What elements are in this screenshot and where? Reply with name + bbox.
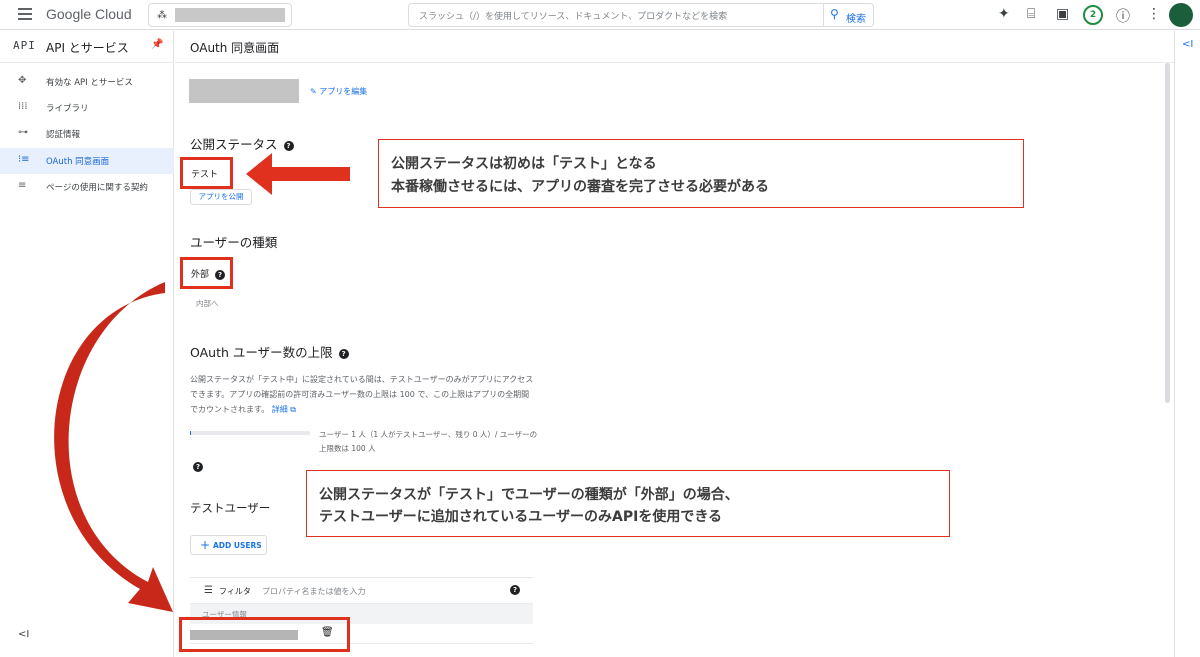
callout-test-users: 公開ステータスが「テスト」でユーザーの種類が「外部」の場合、 テストユーザーに追… <box>306 470 950 537</box>
highlight-test-user-row <box>179 617 350 652</box>
callout-line: 公開ステータスは初めは「テスト」となる <box>391 156 657 172</box>
highlight-user-type <box>180 257 233 289</box>
callout-line: テストユーザーに追加されているユーザーのみAPIを使用できる <box>319 509 723 525</box>
annotation-arrows <box>54 153 350 612</box>
curved-arrow-to-test-users <box>54 282 173 612</box>
callout-publish-status: 公開ステータスは初めは「テスト」となる 本番稼働させるには、アプリの審査を完了さ… <box>378 139 1024 208</box>
callout-line: 本番稼働させるには、アプリの審査を完了させる必要がある <box>391 179 769 195</box>
highlight-publish-status <box>180 157 233 189</box>
callout-line: 公開ステータスが「テスト」でユーザーの種類が「外部」の場合、 <box>319 487 739 503</box>
arrow-left-to-status <box>246 153 350 195</box>
